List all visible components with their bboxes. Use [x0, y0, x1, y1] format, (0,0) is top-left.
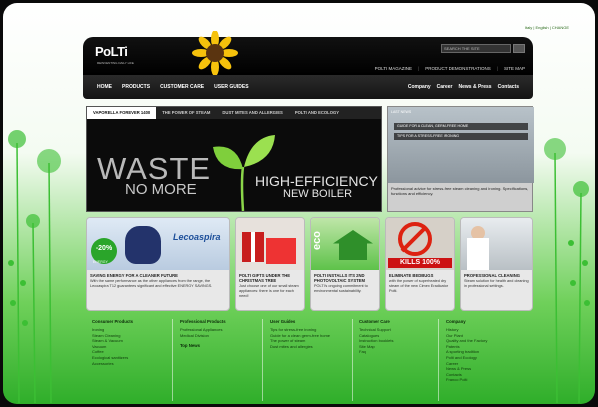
footer-divider	[438, 319, 439, 401]
vacuum-image	[125, 226, 161, 264]
footer-col-customer-care: Customer Care Technical Support Catalogu…	[359, 319, 393, 355]
footer-col-company: Company History Our Plant Quality and th…	[446, 319, 487, 383]
sunflower-image	[192, 31, 238, 75]
tab-polti-ecology[interactable]: POLTI AND ECOLOGY	[289, 107, 345, 119]
site-header: PoLTi REINVENTING DAILY LIFE SEARCH THE …	[83, 31, 533, 99]
polti-logo[interactable]: PoLTi	[95, 44, 128, 59]
footer-heading: Customer Care	[359, 319, 390, 324]
nav-products[interactable]: PRODUCTS	[122, 84, 150, 90]
gift-box-image-2	[266, 238, 296, 264]
search-button[interactable]	[513, 44, 525, 53]
util-link-demonstrations[interactable]: PRODUCT DEMONSTRATIONS	[425, 66, 498, 71]
footer-link[interactable]: Faq	[359, 349, 393, 355]
hero-banner[interactable]: VAPORELLA FOREVER 1400 THE POWER OF STEA…	[86, 106, 382, 212]
footer-link[interactable]: Dust mites and allergies	[270, 344, 330, 350]
hero-subline-2: NEW BOILER	[283, 188, 353, 200]
tile-image: eco	[311, 218, 379, 270]
brand-bar: PoLTi REINVENTING DAILY LIFE SEARCH THE …	[83, 31, 533, 75]
lecoaspira-logo: Lecoaspira	[173, 232, 221, 242]
footer-col-professional: Professional Products Professional Appli…	[180, 319, 226, 351]
side-tag: LAST NEWS	[391, 110, 412, 114]
tile-desc: Steam solution for health and cleaning i…	[464, 279, 529, 288]
side-caption: Professional advice for stress-free stea…	[391, 186, 529, 196]
tile-desc: Just choose one of our small steam appli…	[239, 284, 299, 298]
house-icon	[333, 230, 373, 260]
footer-heading: Company	[446, 319, 466, 324]
footer-link[interactable]: Ecological sanitizers	[92, 355, 133, 361]
tab-vaporella[interactable]: VAPORELLA FOREVER 1400	[87, 107, 157, 119]
tile-bedbugs[interactable]: KILLS 100% ELIMINATE BEDBUGS with the po…	[385, 217, 455, 311]
footer-link[interactable]: Quality and the Factory	[446, 338, 487, 344]
tile-image	[461, 218, 532, 270]
tile-image	[236, 218, 304, 270]
ribbon	[251, 232, 255, 262]
tile-christmas-gifts[interactable]: POLTI GIFTS UNDER THE CHRISTMAS TREE Jus…	[235, 217, 305, 311]
hero-subline-1: HIGH-EFFICIENCY	[255, 173, 378, 189]
tile-image: KILLS 100%	[386, 218, 454, 270]
nav-contacts[interactable]: Contacts	[498, 84, 519, 90]
utility-nav: POLTI MAGAZINE PRODUCT DEMONSTRATIONS SI…	[375, 66, 525, 71]
kills-badge: KILLS 100%	[388, 258, 452, 268]
chef-uniform	[467, 238, 489, 270]
nav-news-press[interactable]: News & Press	[459, 84, 492, 90]
eco-label: eco	[311, 231, 323, 250]
main-nav: HOME PRODUCTS CUSTOMER CARE USER GUIDES …	[83, 75, 533, 99]
tab-dust-mites[interactable]: DUST MITES AND ALLERGIES	[216, 107, 288, 119]
promo-tiles: -20% ENERGY Lecoaspira SAVING ENERGY FOR…	[86, 217, 533, 311]
leaf-sprout-image	[213, 135, 275, 211]
nav-user-guides[interactable]: USER GUIDES	[214, 84, 248, 90]
footer-col-user-guides: User Guides Tips for stress-free ironing…	[270, 319, 330, 349]
dandelion-decoration-left	[8, 130, 61, 403]
tile-photovoltaic[interactable]: eco POLTI INSTALLS ITS 2ND PHOTOVOLTAIC …	[310, 217, 380, 311]
tile-title: POLTI INSTALLS ITS 2ND PHOTOVOLTAIC SYST…	[314, 273, 365, 283]
news-side-panel: LAST NEWS GUIDE FOR A CLEAN, GERM-FREE H…	[387, 106, 534, 212]
footer-col-consumer: Consumer Products Ironing Steam Cleaning…	[92, 319, 133, 366]
search-input[interactable]: SEARCH THE SITE	[441, 44, 511, 53]
tile-image: -20% ENERGY Lecoaspira	[87, 218, 229, 270]
footer-link[interactable]: Franco Polti	[446, 377, 487, 383]
tile-energy-saving[interactable]: -20% ENERGY Lecoaspira SAVING ENERGY FOR…	[86, 217, 230, 311]
tile-desc: With the same performance as the other a…	[90, 279, 213, 288]
util-link-magazine[interactable]: POLTI MAGAZINE	[375, 66, 420, 71]
footer-heading: User Guides	[270, 319, 296, 324]
logo-tagline: REINVENTING DAILY LIFE	[97, 61, 134, 65]
nav-home[interactable]: HOME	[97, 84, 112, 90]
tile-title: PROFESSIONAL CLEANING	[464, 273, 520, 278]
footer-divider	[172, 319, 173, 401]
side-link-guide[interactable]: GUIDE FOR A CLEAN, GERM-FREE HOME	[394, 123, 528, 130]
tile-professional-cleaning[interactable]: PROFESSIONAL CLEANING Steam solution for…	[460, 217, 533, 311]
nav-company[interactable]: Company	[408, 84, 431, 90]
nav-right-group: Company Career News & Press Contacts	[408, 84, 533, 90]
nav-customer-care[interactable]: CUSTOMER CARE	[160, 84, 204, 90]
util-link-sitemap[interactable]: SITE MAP	[504, 66, 525, 71]
tile-title: ELIMINATE BEDBUGS	[389, 273, 434, 278]
footer-heading-top-news[interactable]: Top News	[180, 343, 226, 348]
browser-frame: Italy | English | CHANGE PoLTi REINVENTI…	[3, 3, 595, 404]
badge-energy-label: ENERGY	[93, 260, 108, 264]
footer-divider	[262, 319, 263, 401]
footer-link[interactable]: Professional Appliances	[180, 327, 226, 333]
kitchen-image: LAST NEWS	[388, 107, 534, 183]
tile-title: SAVING ENERGY FOR A CLEANER FUTURE	[90, 273, 178, 278]
language-links[interactable]: Italy | English | CHANGE	[525, 25, 569, 30]
side-link-tips[interactable]: TIPS FOR A STRESS-FREE IRONING	[394, 133, 528, 140]
tab-power-of-steam[interactable]: THE POWER OF STEAM	[156, 107, 216, 119]
footer-heading: Consumer Products	[92, 319, 134, 324]
footer-link[interactable]: Technical Support	[359, 327, 393, 333]
tile-desc: POLTI's ongoing commitment to environmen…	[314, 284, 368, 293]
nav-career[interactable]: Career	[437, 84, 453, 90]
footer-link[interactable]: Medical Division	[180, 333, 226, 339]
hero-headline-2: NO MORE	[125, 181, 197, 198]
dandelion-decoration-right	[544, 138, 590, 403]
footer-divider	[352, 319, 353, 401]
footer-links: Consumer Products Ironing Steam Cleaning…	[86, 319, 533, 404]
footer-link[interactable]: Accessories	[92, 361, 133, 367]
footer-link[interactable]: Instruction booklets	[359, 338, 393, 344]
hero-tabs: VAPORELLA FOREVER 1400 THE POWER OF STEA…	[87, 107, 381, 119]
footer-heading: Professional Products	[180, 319, 226, 324]
tile-desc: with the power of superheated dry steam …	[389, 279, 449, 293]
tile-title: POLTI GIFTS UNDER THE CHRISTMAS TREE	[239, 273, 291, 283]
